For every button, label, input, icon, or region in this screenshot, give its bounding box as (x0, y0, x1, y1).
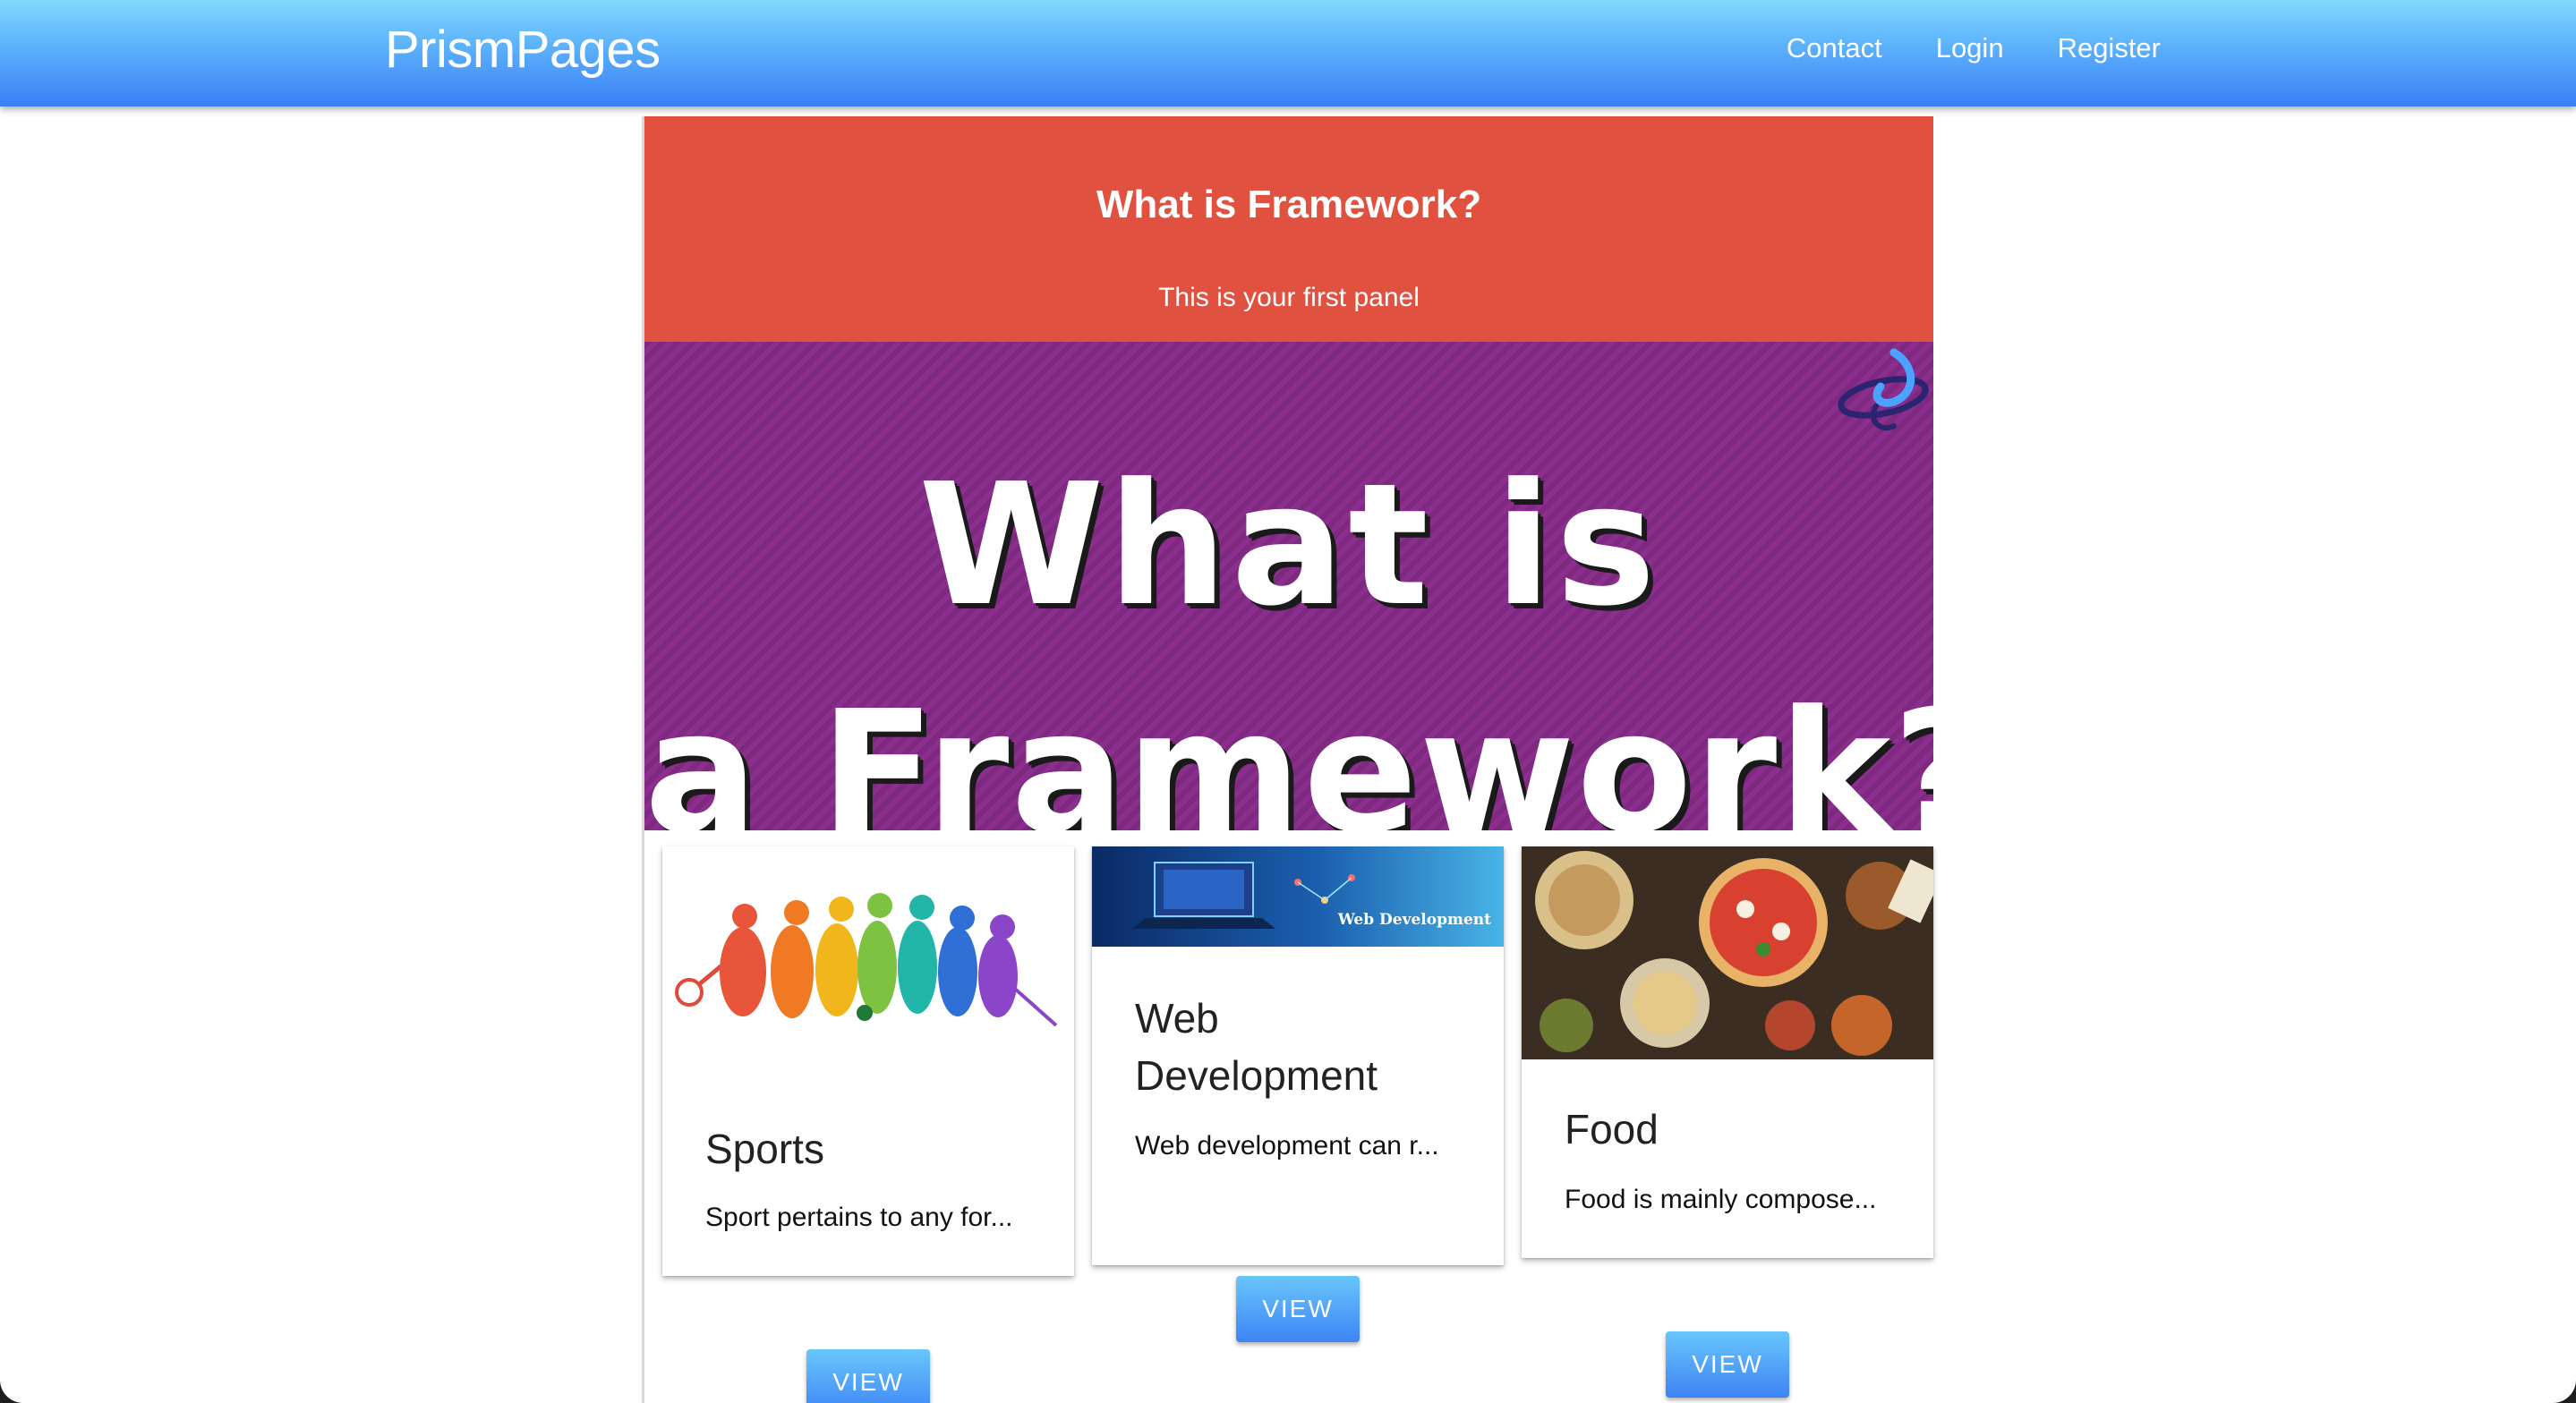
main-container: What is Framework? This is your first pa… (642, 116, 1933, 1403)
web-dev-image: Web Development (1092, 846, 1504, 947)
food-spread-icon (1522, 846, 1933, 1059)
hero-text-line2: a Framework? (644, 675, 1933, 830)
swirl-logo-icon (1838, 348, 1929, 431)
nav-link-login[interactable]: Login (1936, 32, 2004, 64)
food-image (1522, 846, 1933, 1059)
card-text: Web development can r... (1135, 1131, 1439, 1161)
sports-image (662, 846, 1074, 1070)
card-title-line1: Web (1135, 995, 1219, 1042)
card-sports: Sports Sport pertains to any for... VIEW (662, 846, 1074, 1403)
hero-text-line1: What is (918, 447, 1659, 643)
nav-link-register[interactable]: Register (2058, 32, 2161, 64)
card-title: Sports (705, 1126, 824, 1172)
view-button[interactable]: VIEW (1236, 1276, 1360, 1342)
page: PrismPages Contact Login Register What i… (0, 0, 2576, 1403)
card-title: Food (1565, 1106, 1659, 1152)
view-button[interactable]: VIEW (806, 1349, 930, 1403)
info-panel: What is Framework? This is your first pa… (644, 116, 1933, 342)
brand-logo[interactable]: PrismPages (385, 20, 661, 80)
laptop-network-icon (1132, 862, 1355, 929)
nav-link-contact[interactable]: Contact (1787, 32, 1882, 64)
navbar: PrismPages Contact Login Register (0, 0, 2576, 106)
nav-links: Contact Login Register (1733, 32, 2161, 64)
panel-title: What is Framework? (1096, 183, 1482, 226)
card-text: Sport pertains to any for... (705, 1203, 1013, 1232)
view-button[interactable]: VIEW (1666, 1331, 1789, 1398)
web-dev-image-caption: Web Development (1337, 911, 1491, 929)
panel-subtitle: This is your first panel (1158, 283, 1420, 312)
sports-silhouettes-icon (675, 893, 1058, 1027)
card-text: Food is mainly compose... (1565, 1185, 1877, 1214)
card-title-line2: Development (1135, 1052, 1378, 1099)
card-food: Food Food is mainly compose... VIEW (1522, 846, 1933, 1398)
hero-image: What is a Framework? (644, 342, 1933, 830)
card-web-development: Web Development Web Development Web deve… (1092, 846, 1504, 1342)
